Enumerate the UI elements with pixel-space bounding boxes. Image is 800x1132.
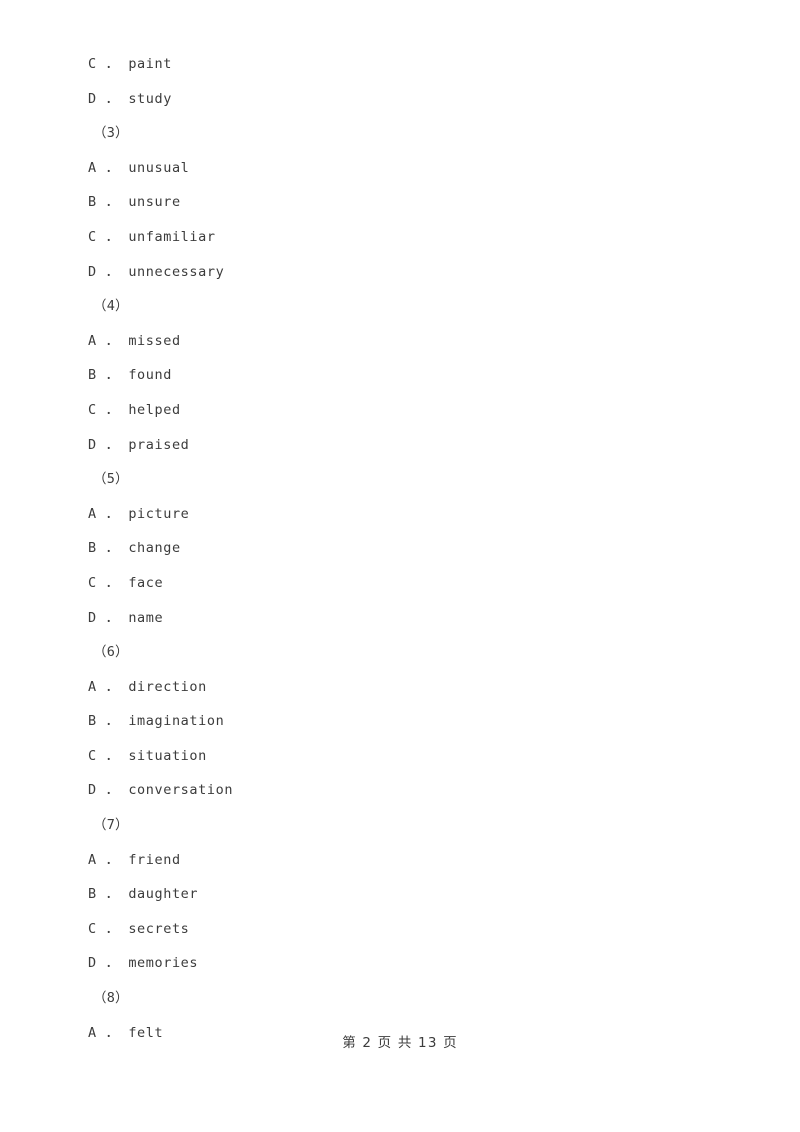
option-text: friend [128,851,181,868]
option-separator: ． [105,436,120,453]
option-letter: B [88,713,97,730]
page-footer: 第 2 页 共 13 页 [342,1035,458,1051]
option-letter: B [88,886,97,903]
option-separator: ． [105,90,120,107]
question-number: （4） [93,298,129,315]
answer-option: A ． missed [88,324,688,359]
option-separator: ． [105,159,120,176]
answer-option: C ． helped [88,393,688,428]
option-text: unfamiliar [128,228,216,245]
answer-option: A ． unusual [88,151,688,186]
option-separator: ． [105,540,120,557]
option-separator: ． [105,56,120,72]
answer-option: C ． face [88,566,688,601]
option-text: missed [128,332,181,349]
document-page: C ． paint D ． study （3） A ． unusual B ． unsu… [0,0,800,1132]
option-text: situation [128,747,207,764]
option-text: change [128,540,181,557]
option-text: memories [128,955,199,972]
answer-option: C ． paint [88,47,688,82]
question-number: （3） [93,125,129,142]
option-letter: D [88,263,97,280]
option-separator: ． [105,228,120,245]
answer-option: A ． picture [88,497,688,532]
option-letter: A [88,678,97,695]
option-text: study [128,90,172,107]
option-text: helped [128,401,181,418]
option-text: praised [128,436,190,453]
option-separator: ． [105,332,120,349]
option-separator: ． [105,920,120,937]
option-letter: A [88,332,97,349]
option-letter: C [88,56,97,72]
answer-option: A ． friend [88,843,688,878]
answer-option: D ． memories [88,946,688,981]
question-number: （8） [93,990,129,1007]
answer-option: D ． name [88,601,688,636]
option-separator: ． [105,574,120,591]
option-letter: C [88,574,97,591]
option-letter: D [88,955,97,972]
option-separator: ． [105,782,120,799]
option-letter: D [88,90,97,107]
question-options-list: C ． paint D ． study （3） A ． unusual B ． unsu… [88,47,688,1050]
option-text: conversation [128,782,234,799]
option-letter: B [88,367,97,384]
option-letter: A [88,505,97,522]
answer-option: C ． unfamiliar [88,220,688,255]
option-text: unsure [128,194,181,211]
option-separator: ． [105,851,120,868]
option-letter: A [88,851,97,868]
option-text: picture [128,505,190,522]
option-letter: D [88,782,97,799]
answer-option: B ． unsure [88,185,688,220]
option-text: unnecessary [128,263,225,280]
option-letter: C [88,747,97,764]
answer-option: D ． study [88,82,688,117]
answer-option: B ． daughter [88,877,688,912]
question-number: （6） [93,644,129,661]
option-separator: ． [105,194,120,211]
answer-option: B ． imagination [88,704,688,739]
answer-option: A ． direction [88,670,688,705]
option-separator: ． [105,401,120,418]
answer-option: C ． secrets [88,912,688,947]
option-text: imagination [128,713,225,730]
option-letter: B [88,540,97,557]
question-number: （5） [93,471,129,488]
option-letter: A [88,159,97,176]
option-letter: B [88,194,97,211]
option-letter: C [88,401,97,418]
option-separator: ． [105,609,120,626]
option-letter: D [88,436,97,453]
option-letter: D [88,609,97,626]
option-text: unusual [128,159,190,176]
option-separator: ． [105,678,120,695]
answer-option: D ． conversation [88,773,688,808]
option-text: paint [128,56,172,72]
answer-option: D ． praised [88,428,688,463]
option-letter: C [88,228,97,245]
option-separator: ． [105,367,120,384]
option-separator: ． [105,505,120,522]
option-text: face [128,574,164,591]
answer-option: B ． change [88,531,688,566]
option-separator: ． [105,955,120,972]
option-text: direction [128,678,207,695]
option-text: name [128,609,164,626]
option-separator: ． [105,713,120,730]
answer-option: C ． situation [88,739,688,774]
question-number: （7） [93,817,129,834]
answer-option: B ． found [88,358,688,393]
option-separator: ． [105,886,120,903]
option-separator: ． [105,263,120,280]
option-separator: ． [105,747,120,764]
answer-option: D ． unnecessary [88,255,688,290]
option-letter: C [88,920,97,937]
option-text: found [128,367,172,384]
option-text: daughter [128,886,199,903]
option-text: secrets [128,920,190,937]
